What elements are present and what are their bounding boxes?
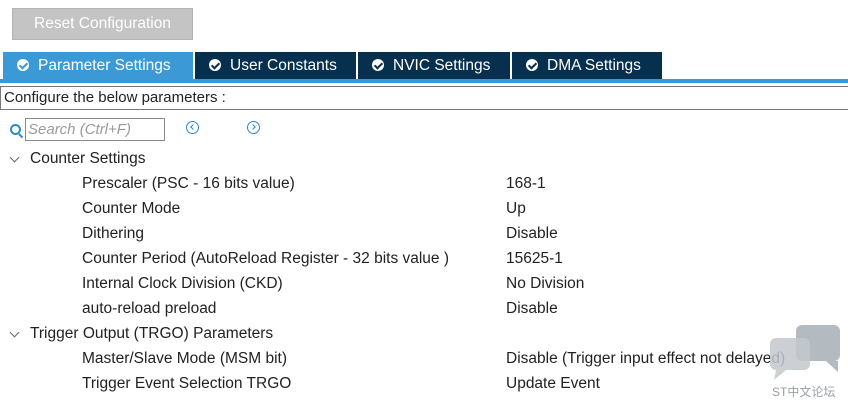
tab-label: DMA Settings	[547, 57, 641, 74]
tab-parameter-settings[interactable]: Parameter Settings	[3, 52, 193, 79]
param-name: Counter Period (AutoReload Register - 32…	[82, 250, 450, 267]
param-row[interactable]: Counter Period (AutoReload Register - 32…	[0, 246, 848, 271]
param-row[interactable]: Prescaler (PSC - 16 bits value) 168-1	[0, 171, 848, 196]
param-value[interactable]: 15625-1	[506, 246, 563, 271]
watermark-text: ST中文论坛	[772, 385, 836, 399]
group-header-trigger-output[interactable]: Trigger Output (TRGO) Parameters	[0, 321, 848, 346]
group-label: Trigger Output (TRGO) Parameters	[30, 325, 274, 342]
param-name: Internal Clock Division (CKD)	[82, 275, 283, 292]
group-label: Counter Settings	[30, 150, 146, 167]
param-name: Prescaler (PSC - 16 bits value)	[82, 175, 295, 192]
search-icon	[10, 124, 21, 135]
param-name: Counter Mode	[82, 200, 181, 217]
param-row[interactable]: Counter Mode Up	[0, 196, 848, 221]
tab-nvic-settings[interactable]: NVIC Settings	[358, 52, 510, 79]
check-circle-icon	[209, 59, 221, 71]
param-row[interactable]: Trigger Event Selection TRGO Update Even…	[0, 371, 848, 396]
chevron-down-icon[interactable]	[9, 152, 20, 163]
param-name: auto-reload preload	[82, 300, 217, 317]
param-row[interactable]: Master/Slave Mode (MSM bit) Disable (Tri…	[0, 346, 848, 371]
tab-underline	[0, 79, 848, 83]
tab-label: NVIC Settings	[393, 57, 491, 74]
configure-parameters-label: Configure the below parameters :	[0, 86, 848, 110]
tab-label: Parameter Settings	[38, 57, 171, 74]
tab-label: User Constants	[230, 57, 337, 74]
param-value[interactable]: Disable	[506, 221, 558, 246]
param-value[interactable]: Up	[506, 196, 526, 221]
param-row[interactable]: auto-reload preload Disable	[0, 296, 848, 321]
param-value[interactable]: 168-1	[506, 171, 546, 196]
check-circle-icon	[17, 59, 29, 71]
chevron-down-icon[interactable]	[9, 327, 20, 338]
param-value[interactable]: Disable	[506, 296, 558, 321]
tab-dma-settings[interactable]: DMA Settings	[512, 52, 662, 79]
param-value[interactable]: No Division	[506, 271, 584, 296]
param-name: Dithering	[82, 225, 145, 242]
search-row	[0, 117, 300, 141]
previous-result-icon[interactable]	[186, 121, 199, 134]
param-name: Trigger Event Selection TRGO	[82, 375, 292, 392]
check-circle-icon	[372, 59, 384, 71]
param-value[interactable]: Disable (Trigger input effect not delaye…	[506, 346, 785, 371]
param-value[interactable]: Update Event	[506, 371, 600, 396]
tab-user-constants[interactable]: User Constants	[195, 52, 356, 79]
param-row[interactable]: Internal Clock Division (CKD) No Divisio…	[0, 271, 848, 296]
reset-configuration-button[interactable]: Reset Configuration	[12, 8, 193, 40]
search-input[interactable]	[25, 118, 165, 141]
param-row[interactable]: Dithering Disable	[0, 221, 848, 246]
tab-bar: Parameter Settings User Constants NVIC S…	[0, 52, 848, 79]
check-circle-icon	[526, 59, 538, 71]
group-header-counter-settings[interactable]: Counter Settings	[0, 146, 848, 171]
next-result-icon[interactable]	[247, 121, 260, 134]
param-name: Master/Slave Mode (MSM bit)	[82, 350, 287, 367]
